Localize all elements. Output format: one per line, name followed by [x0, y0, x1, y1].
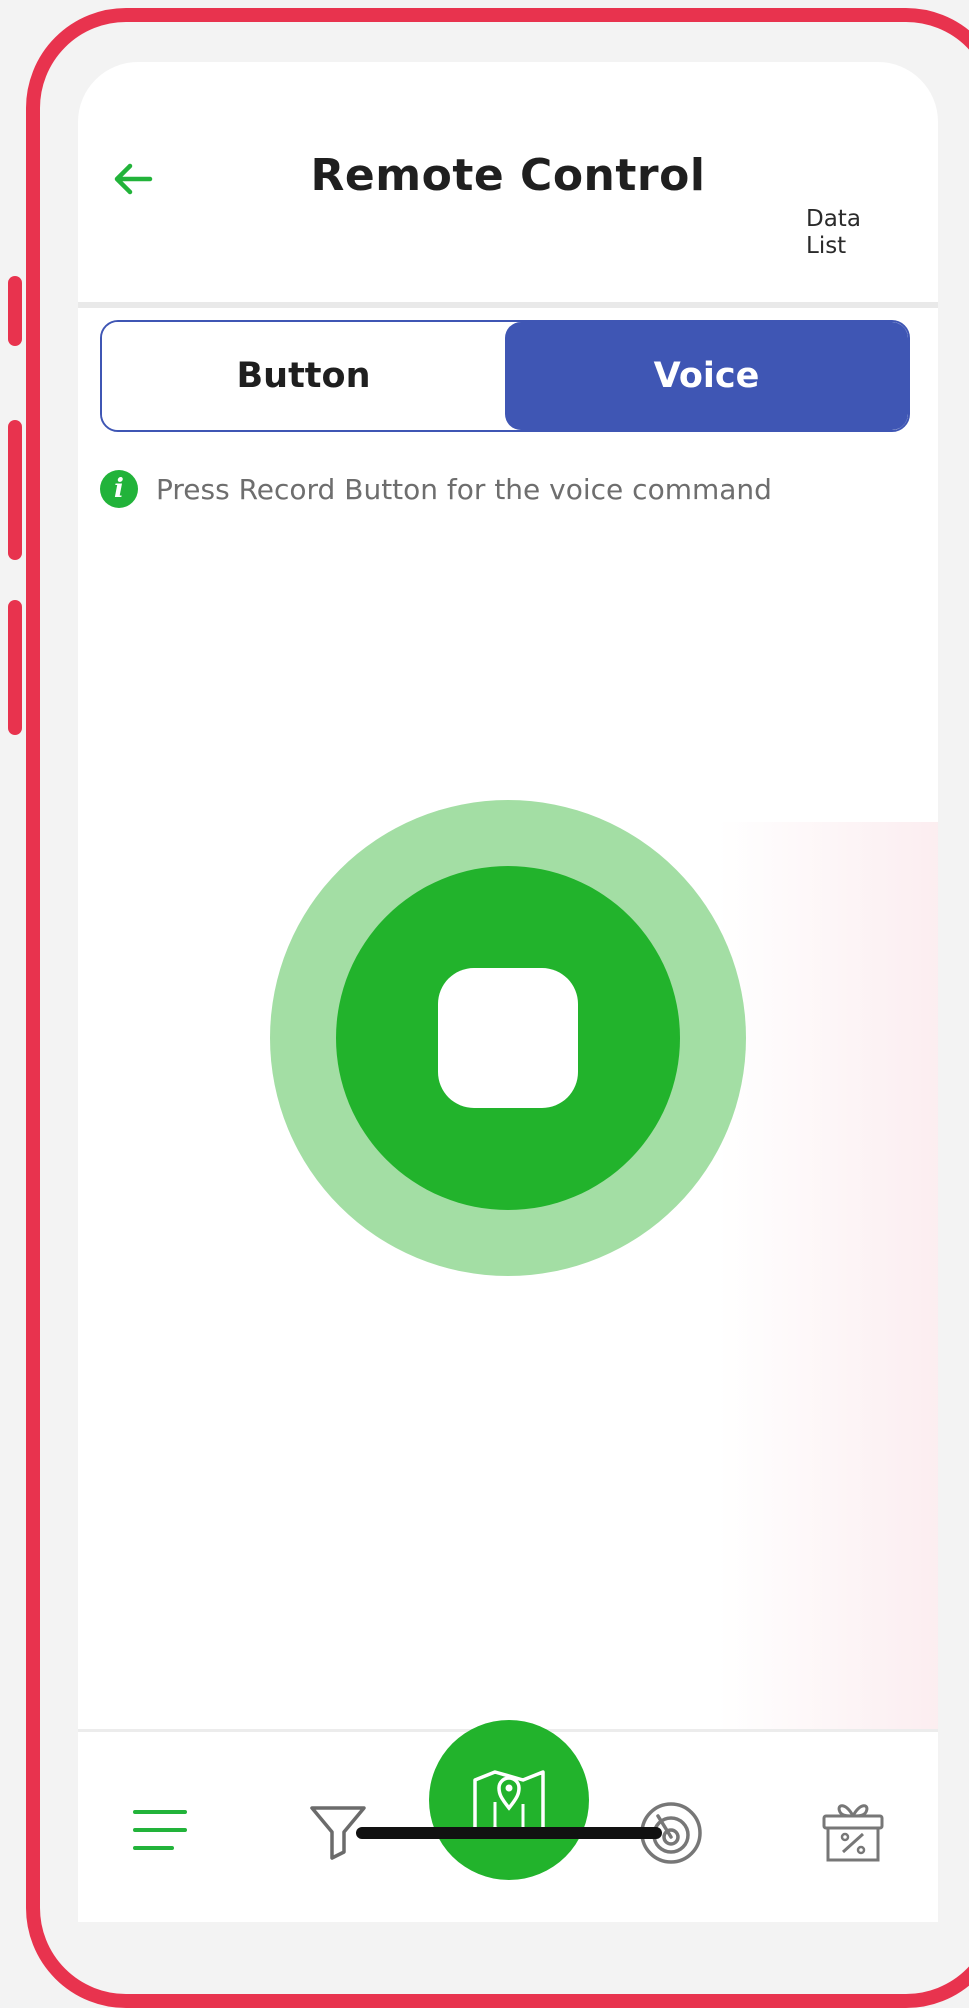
- data-list-line1: Data: [806, 206, 861, 232]
- page-title: Remote Control: [310, 150, 706, 201]
- home-indicator: [356, 1827, 662, 1839]
- record-button-inner: [336, 866, 680, 1210]
- menu-icon[interactable]: [132, 1807, 188, 1853]
- side-button-volume-up: [8, 420, 22, 560]
- info-icon: i: [100, 470, 138, 508]
- record-button[interactable]: [270, 800, 746, 1276]
- tab-voice[interactable]: Voice: [505, 322, 908, 430]
- side-button-volume-down: [8, 600, 22, 735]
- data-list-line2: List: [806, 233, 847, 259]
- tab-button[interactable]: Button: [102, 322, 505, 430]
- mode-segmented-control: Button Voice: [100, 320, 910, 432]
- stop-icon: [438, 968, 578, 1108]
- map-nav-button[interactable]: [429, 1720, 589, 1880]
- app-screen: Remote Control Data List Button Voice i …: [78, 62, 938, 1922]
- bottom-navigation: [78, 1720, 938, 1922]
- gift-icon[interactable]: [818, 1794, 888, 1864]
- data-list-link[interactable]: Data List: [806, 206, 916, 260]
- info-text: Press Record Button for the voice comman…: [156, 472, 772, 506]
- side-button-mute: [8, 276, 22, 346]
- info-message: i Press Record Button for the voice comm…: [100, 470, 772, 508]
